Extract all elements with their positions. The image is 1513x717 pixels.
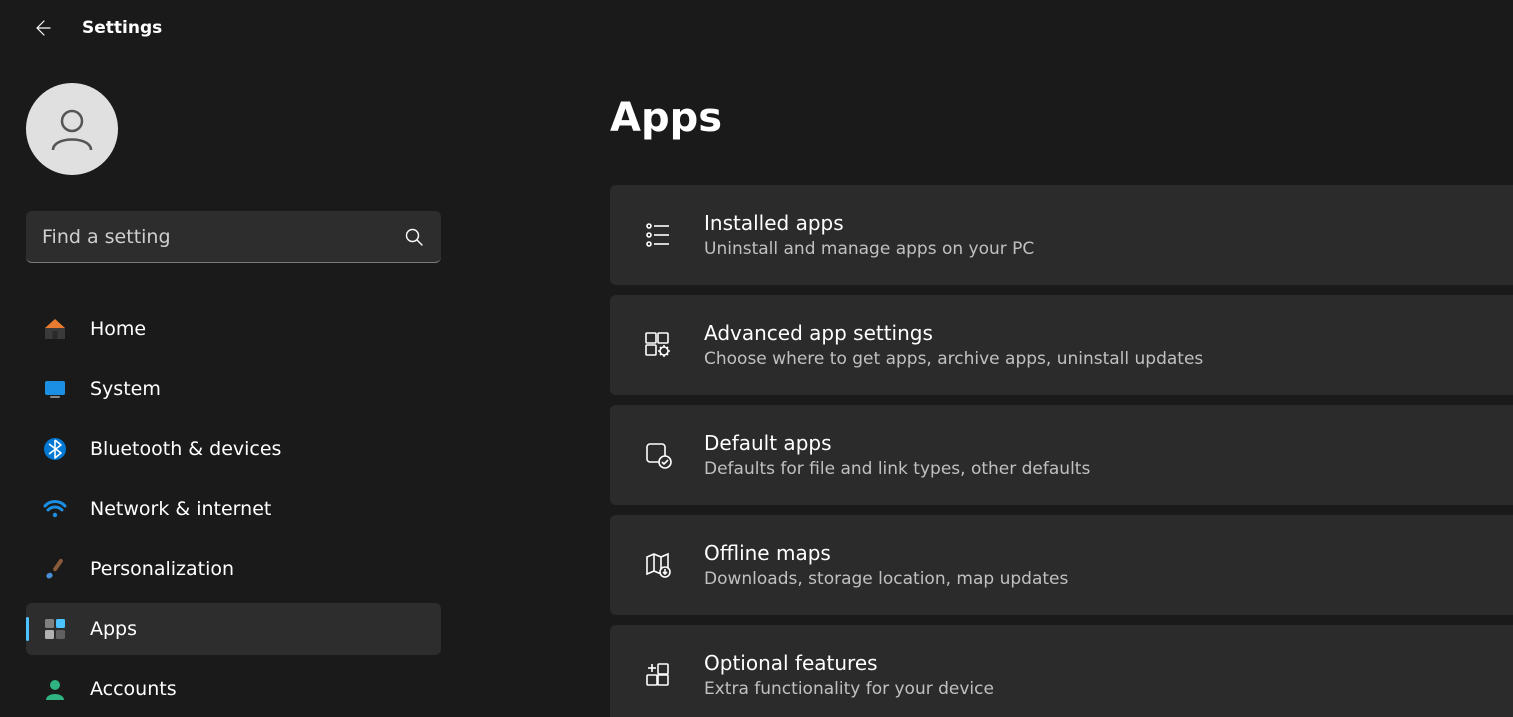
optional-icon xyxy=(640,657,676,693)
card-text: Installed apps Uninstall and manage apps… xyxy=(704,211,1034,259)
avatar xyxy=(26,83,118,175)
sidebar-item-network[interactable]: Network & internet xyxy=(26,483,441,535)
card-text: Optional features Extra functionality fo… xyxy=(704,651,994,699)
sidebar-item-label: Accounts xyxy=(90,678,177,700)
sidebar: Home System xyxy=(0,55,450,717)
card-text: Advanced app settings Choose where to ge… xyxy=(704,321,1203,369)
home-icon xyxy=(38,312,72,346)
search-icon[interactable] xyxy=(393,216,435,258)
apps-icon xyxy=(38,612,72,646)
card-desc: Uninstall and manage apps on your PC xyxy=(704,239,1034,259)
card-desc: Extra functionality for your device xyxy=(704,679,994,699)
sidebar-item-system[interactable]: System xyxy=(26,363,441,415)
card-title: Advanced app settings xyxy=(704,321,1203,345)
search-input[interactable] xyxy=(26,226,393,248)
card-desc: Choose where to get apps, archive apps, … xyxy=(704,349,1203,369)
card-default-apps[interactable]: Default apps Defaults for file and link … xyxy=(610,405,1513,505)
card-text: Offline maps Downloads, storage location… xyxy=(704,541,1068,589)
sidebar-item-home[interactable]: Home xyxy=(26,303,441,355)
sidebar-nav: Home System xyxy=(26,303,430,715)
card-title: Optional features xyxy=(704,651,994,675)
advanced-icon xyxy=(640,327,676,363)
brush-icon xyxy=(38,552,72,586)
sidebar-item-bluetooth[interactable]: Bluetooth & devices xyxy=(26,423,441,475)
card-text: Default apps Defaults for file and link … xyxy=(704,431,1090,479)
default-apps-icon xyxy=(640,437,676,473)
card-title: Installed apps xyxy=(704,211,1034,235)
back-button[interactable] xyxy=(26,12,58,44)
sidebar-item-accounts[interactable]: Accounts xyxy=(26,663,441,715)
map-icon xyxy=(640,547,676,583)
user-icon xyxy=(38,672,72,706)
card-installed-apps[interactable]: Installed apps Uninstall and manage apps… xyxy=(610,185,1513,285)
card-offline-maps[interactable]: Offline maps Downloads, storage location… xyxy=(610,515,1513,615)
sidebar-item-personalization[interactable]: Personalization xyxy=(26,543,441,595)
bluetooth-icon xyxy=(38,432,72,466)
avatar-icon xyxy=(47,104,97,154)
card-optional-features[interactable]: Optional features Extra functionality fo… xyxy=(610,625,1513,717)
card-desc: Downloads, storage location, map updates xyxy=(704,569,1068,589)
wifi-icon xyxy=(38,492,72,526)
card-title: Default apps xyxy=(704,431,1090,455)
system-icon xyxy=(38,372,72,406)
card-advanced-app-settings[interactable]: Advanced app settings Choose where to ge… xyxy=(610,295,1513,395)
sidebar-item-label: Bluetooth & devices xyxy=(90,438,281,460)
sidebar-item-label: System xyxy=(90,378,161,400)
sidebar-item-label: Personalization xyxy=(90,558,234,580)
installed-apps-icon xyxy=(640,217,676,253)
back-arrow-icon xyxy=(32,18,52,38)
card-title: Offline maps xyxy=(704,541,1068,565)
page-title: Apps xyxy=(610,95,1513,141)
card-desc: Defaults for file and link types, other … xyxy=(704,459,1090,479)
sidebar-item-label: Network & internet xyxy=(90,498,271,520)
search-box[interactable] xyxy=(26,211,441,263)
header-bar: Settings xyxy=(0,0,1513,55)
main-panel: Apps Installed apps Uninstall and manage… xyxy=(450,55,1513,717)
sidebar-item-label: Home xyxy=(90,318,146,340)
sidebar-item-apps[interactable]: Apps xyxy=(26,603,441,655)
sidebar-item-label: Apps xyxy=(90,618,137,640)
avatar-row[interactable] xyxy=(26,83,430,175)
header-title: Settings xyxy=(82,18,162,38)
